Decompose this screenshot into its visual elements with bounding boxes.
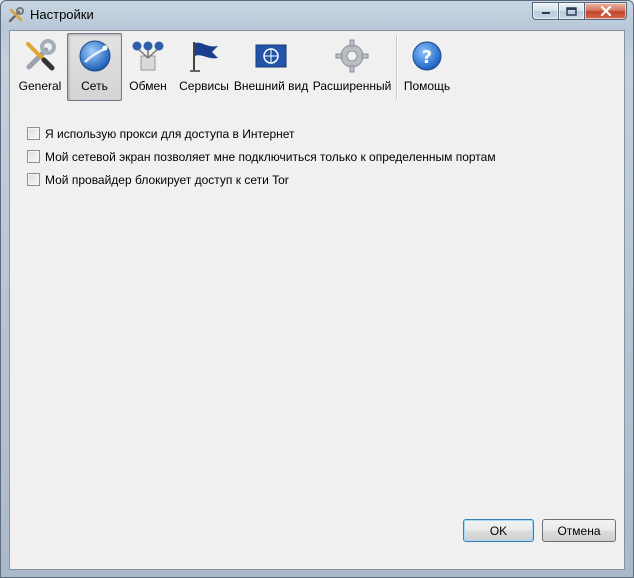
flag-icon <box>185 37 223 75</box>
network-globe-icon <box>76 37 114 75</box>
svg-text:?: ? <box>422 47 432 68</box>
gear-icon <box>333 37 371 75</box>
firewall-option[interactable]: Мой сетевой экран позволяет мне подключи… <box>27 145 496 168</box>
proxy-option[interactable]: Я использую прокси для доступа в Интерне… <box>27 122 496 145</box>
tab-network[interactable]: Сеть <box>67 33 122 101</box>
proxy-checkbox[interactable] <box>27 127 40 140</box>
firewall-checkbox[interactable] <box>27 150 40 163</box>
proxy-label: Я использую прокси для доступа в Интерне… <box>45 126 295 141</box>
close-button[interactable] <box>584 2 627 20</box>
settings-window: Настройки General Сеть Обмен Сервисы Вне… <box>0 0 634 578</box>
tools-icon <box>8 7 24 23</box>
tab-label: Внешний вид <box>233 79 309 93</box>
help-icon: ? <box>408 37 446 75</box>
tab-general[interactable]: General <box>13 33 67 101</box>
isp-blocks-checkbox[interactable] <box>27 173 40 186</box>
tab-appearance[interactable]: Внешний вид <box>233 33 309 101</box>
ok-button[interactable]: OK <box>463 519 534 542</box>
relay-nodes-icon <box>129 37 167 75</box>
isp-blocks-option[interactable]: Мой провайдер блокирует доступ к сети To… <box>27 168 496 191</box>
tab-help[interactable]: ? Помощь <box>402 33 452 101</box>
settings-toolbar: General Сеть Обмен Сервисы Внешний вид Р… <box>10 31 624 103</box>
isp-blocks-label: Мой провайдер блокирует доступ к сети To… <box>45 172 289 187</box>
tab-label: Обмен <box>129 79 167 93</box>
tab-advanced[interactable]: Расширенный <box>313 33 391 101</box>
client-area: General Сеть Обмен Сервисы Внешний вид Р… <box>9 30 625 570</box>
tab-label: General <box>18 79 62 93</box>
tab-services[interactable]: Сервисы <box>176 33 232 101</box>
wrench-screwdriver-icon <box>21 37 59 75</box>
toolbar-separator <box>396 35 398 99</box>
title-bar[interactable]: Настройки <box>1 1 633 29</box>
un-flag-icon <box>252 37 290 75</box>
network-options: Я использую прокси для доступа в Интерне… <box>27 122 496 191</box>
tab-label: Расширенный <box>312 79 392 93</box>
tab-label: Сеть <box>81 79 108 93</box>
tab-exchange[interactable]: Обмен <box>123 33 173 101</box>
tab-label: Сервисы <box>179 79 229 93</box>
maximize-button[interactable] <box>558 2 584 20</box>
firewall-label: Мой сетевой экран позволяет мне подключи… <box>45 149 496 164</box>
tab-label: Помощь <box>403 79 451 93</box>
window-title: Настройки <box>30 7 94 22</box>
minimize-button[interactable] <box>532 2 558 20</box>
cancel-button[interactable]: Отмена <box>542 519 616 542</box>
